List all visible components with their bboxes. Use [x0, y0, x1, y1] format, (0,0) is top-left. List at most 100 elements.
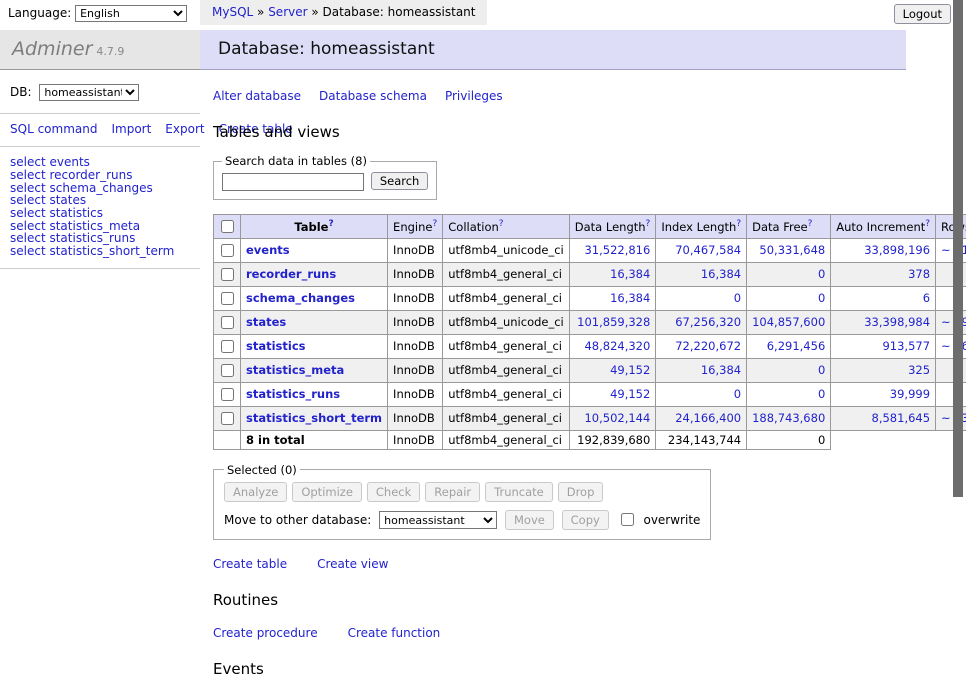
sidebar-item-select-statistics-short-term[interactable]: select statistics_short_term [10, 245, 190, 258]
auto-increment-link[interactable]: 33,398,984 [864, 315, 930, 329]
help-link[interactable]: ? [499, 219, 504, 229]
drop-button[interactable]: Drop [558, 482, 604, 502]
table-link-statistics[interactable]: statistics [246, 339, 306, 353]
data-free-link[interactable]: 0 [818, 267, 825, 281]
logout-button[interactable]: Logout [894, 4, 951, 24]
language-select[interactable]: English [75, 5, 187, 22]
overwrite-checkbox[interactable] [621, 513, 634, 526]
row-checkbox[interactable] [221, 364, 234, 377]
row-checkbox[interactable] [221, 388, 234, 401]
database-link-database-schema[interactable]: Database schema [319, 89, 427, 103]
table-link-statistics-short-term[interactable]: statistics_short_term [246, 411, 382, 425]
database-link-alter-database[interactable]: Alter database [213, 89, 301, 103]
copy-button[interactable]: Copy [562, 510, 609, 530]
data-free-link[interactable]: 188,743,680 [752, 411, 825, 425]
data-length-link[interactable]: 16,384 [610, 267, 650, 281]
data-free-link[interactable]: 104,857,600 [752, 315, 825, 329]
help-link[interactable]: ? [328, 219, 333, 229]
routine-link-create-function[interactable]: Create function [348, 626, 441, 640]
help-link[interactable]: ? [808, 219, 813, 229]
create-link-create-table[interactable]: Create table [213, 557, 287, 571]
index-length-link[interactable]: 0 [734, 291, 741, 305]
check-button[interactable]: Check [367, 482, 420, 502]
table-link-recorder-runs[interactable]: recorder_runs [246, 267, 336, 281]
data-free-link[interactable]: 6,291,456 [767, 339, 826, 353]
index-length-link[interactable]: 70,467,584 [675, 243, 741, 257]
move-database-select[interactable]: homeassistant [379, 511, 497, 529]
row-checkbox[interactable] [221, 244, 234, 257]
data-length-link[interactable]: 101,859,328 [577, 315, 650, 329]
row-checkbox-cell [214, 334, 241, 358]
auto-increment-link[interactable]: 378 [908, 267, 930, 281]
index-length-link[interactable]: 67,256,320 [675, 315, 741, 329]
data-free-link[interactable]: 0 [818, 363, 825, 377]
table-row: statisticsInnoDButf8mb4_general_ci48,824… [214, 334, 966, 358]
routine-link-create-procedure[interactable]: Create procedure [213, 626, 318, 640]
sidebar-item-select-recorder-runs[interactable]: select recorder_runs [10, 169, 190, 182]
auto-increment-link[interactable]: 8,581,645 [872, 411, 931, 425]
row-checkbox[interactable] [221, 412, 234, 425]
data-length-link[interactable]: 16,384 [610, 291, 650, 305]
search-button[interactable]: Search [371, 172, 429, 190]
table-link-schema-changes[interactable]: schema_changes [246, 291, 355, 305]
sidebar-action-import[interactable]: Import [111, 122, 151, 136]
index-length-link[interactable]: 0 [734, 387, 741, 401]
row-checkbox[interactable] [221, 292, 234, 305]
breadcrumb-separator: » [308, 5, 323, 19]
auto-increment-link[interactable]: 39,999 [890, 387, 930, 401]
data-length-link[interactable]: 31,522,816 [584, 243, 650, 257]
sidebar-item-select-events[interactable]: select events [10, 156, 190, 169]
data-length-link[interactable]: 10,502,144 [584, 411, 650, 425]
sidebar-item-select-statistics[interactable]: select statistics [10, 207, 190, 220]
row-checkbox-cell [214, 310, 241, 334]
engine-cell: InnoDB [388, 358, 443, 382]
db-select[interactable]: homeassistant [39, 84, 139, 101]
repair-button[interactable]: Repair [425, 482, 480, 502]
table-link-events[interactable]: events [246, 243, 290, 257]
row-checkbox[interactable] [221, 268, 234, 281]
data-length-link[interactable]: 49,152 [610, 387, 650, 401]
engine-cell: InnoDB [388, 262, 443, 286]
auto-increment-link[interactable]: 325 [908, 363, 930, 377]
search-input[interactable] [222, 173, 364, 191]
scrollbar-track[interactable] [953, 0, 963, 543]
engine-cell: InnoDB [388, 310, 443, 334]
help-link[interactable]: ? [736, 219, 741, 229]
data-length-link[interactable]: 49,152 [610, 363, 650, 377]
index-length-link[interactable]: 72,220,672 [675, 339, 741, 353]
help-link[interactable]: ? [432, 219, 437, 229]
row-checkbox[interactable] [221, 316, 234, 329]
help-link[interactable]: ? [925, 219, 930, 229]
data-free-link[interactable]: 50,331,648 [759, 243, 825, 257]
data-length-cell: 16,384 [569, 262, 656, 286]
breadcrumb-item-mysql[interactable]: MySQL [212, 5, 253, 19]
breadcrumb-item-server[interactable]: Server [268, 5, 307, 19]
select-all-checkbox[interactable] [221, 220, 234, 233]
index-length-link[interactable]: 16,384 [701, 267, 741, 281]
truncate-button[interactable]: Truncate [485, 482, 553, 502]
auto-increment-link[interactable]: 33,898,196 [864, 243, 930, 257]
index-length-link[interactable]: 24,166,400 [675, 411, 741, 425]
page-title: Database: homeassistant [200, 30, 906, 70]
auto-increment-link[interactable]: 6 [923, 291, 930, 305]
sidebar-action-sql-command[interactable]: SQL command [10, 122, 97, 136]
move-button[interactable]: Move [505, 510, 554, 530]
sidebar-action-export[interactable]: Export [165, 122, 204, 136]
data-length-link[interactable]: 48,824,320 [584, 339, 650, 353]
db-selector-row: DB: homeassistant [0, 70, 200, 113]
row-checkbox[interactable] [221, 340, 234, 353]
scrollbar-thumb[interactable] [953, 0, 963, 497]
index-length-cell: 16,384 [656, 262, 747, 286]
optimize-button[interactable]: Optimize [292, 482, 362, 502]
data-free-link[interactable]: 0 [818, 387, 825, 401]
table-link-statistics-runs[interactable]: statistics_runs [246, 387, 340, 401]
create-link-create-view[interactable]: Create view [317, 557, 388, 571]
analyze-button[interactable]: Analyze [224, 482, 287, 502]
auto-increment-link[interactable]: 913,577 [882, 339, 930, 353]
help-link[interactable]: ? [646, 219, 651, 229]
index-length-link[interactable]: 16,384 [701, 363, 741, 377]
database-link-privileges[interactable]: Privileges [445, 89, 503, 103]
table-link-states[interactable]: states [246, 315, 286, 329]
table-link-statistics-meta[interactable]: statistics_meta [246, 363, 344, 377]
data-free-link[interactable]: 0 [818, 291, 825, 305]
